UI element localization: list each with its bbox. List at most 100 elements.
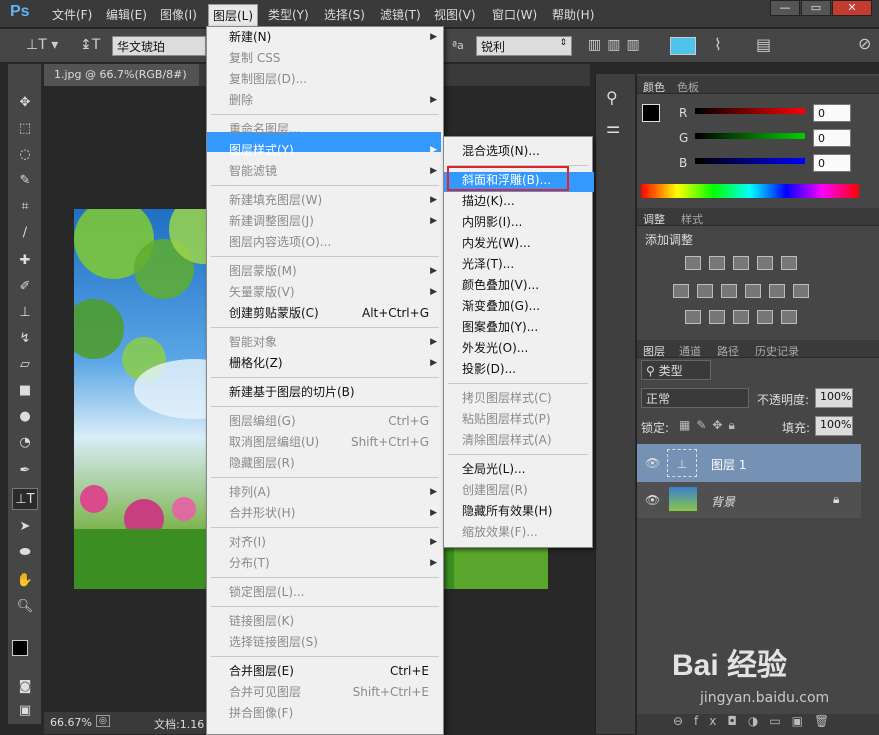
warp-text-icon[interactable]: ⌇ xyxy=(714,35,722,54)
screen-mode-icon[interactable]: ▣ xyxy=(12,700,38,722)
menu-select[interactable]: 选择(S) xyxy=(324,6,365,23)
menu-item[interactable]: 拼合图像(F) xyxy=(229,703,443,724)
menu-item[interactable]: 清除图层样式(A) xyxy=(462,430,592,451)
layer-row-1[interactable]: 👁︎ ⊥ 图层 1 xyxy=(637,444,861,482)
menu-item[interactable]: 栅格化(Z) ▶ xyxy=(229,353,443,374)
align-icons[interactable]: ▥▥▥ xyxy=(588,37,646,53)
menu-image[interactable]: 图像(I) xyxy=(160,6,197,23)
green-slider[interactable] xyxy=(695,133,805,139)
tab-layers[interactable]: 图层 xyxy=(643,343,665,359)
menu-item[interactable]: 锁定图层(L)... xyxy=(229,582,443,603)
menu-window[interactable]: 窗口(W) xyxy=(492,6,537,23)
menu-layer[interactable]: 图层(L) xyxy=(208,4,259,27)
close-button[interactable]: ✕ xyxy=(832,0,872,16)
invert-icon[interactable] xyxy=(685,310,701,324)
menu-item[interactable]: 图层内容选项(O)... xyxy=(229,232,443,253)
gradient-map-icon[interactable] xyxy=(781,310,797,324)
brightness-icon[interactable] xyxy=(685,256,701,270)
history-brush-icon[interactable]: ↯ xyxy=(12,328,38,350)
brush-tool-icon[interactable]: ✐ xyxy=(12,276,38,298)
menu-view[interactable]: 视图(V) xyxy=(434,6,476,23)
visibility-eye-icon[interactable]: 👁︎ xyxy=(645,493,660,507)
threshold-icon[interactable] xyxy=(733,310,749,324)
text-color-swatch[interactable] xyxy=(670,37,696,55)
menu-filter[interactable]: 滤镜(T) xyxy=(380,6,421,23)
properties-panel-icon[interactable]: ⚌ xyxy=(606,118,620,137)
gradient-tool-icon[interactable]: ■ xyxy=(12,380,38,402)
text-orientation-icon[interactable]: ↨T xyxy=(80,37,100,53)
menu-item[interactable]: 缩放效果(F)... xyxy=(462,522,592,543)
layer-name[interactable]: 图层 1 xyxy=(711,456,746,473)
menu-item[interactable]: 合并图层(E) Ctrl+E xyxy=(229,661,443,682)
status-menu-icon[interactable]: ◎ xyxy=(96,715,110,727)
history-panel-icon[interactable]: ⚲ xyxy=(606,88,618,107)
menu-item[interactable]: 颜色叠加(V)... xyxy=(462,275,592,296)
lasso-tool-icon[interactable]: ◌ xyxy=(12,144,38,166)
crop-tool-icon[interactable]: ⌗ xyxy=(12,196,38,218)
menu-item[interactable]: 描边(K)... xyxy=(462,191,592,212)
menu-item[interactable]: 合并形状(H) ▶ xyxy=(229,503,443,524)
menu-item[interactable]: 图层样式(Y) ▶ xyxy=(229,140,443,161)
levels-icon[interactable] xyxy=(709,256,725,270)
character-panel-icon[interactable]: ▤ xyxy=(756,35,771,54)
foreground-color-swatch[interactable] xyxy=(12,640,28,656)
menu-item[interactable]: 渐变叠加(G)... xyxy=(462,296,592,317)
menu-item[interactable]: 内阴影(I)... xyxy=(462,212,592,233)
blue-value[interactable]: 0 xyxy=(813,154,851,172)
menu-item[interactable]: 分布(T) ▶ xyxy=(229,553,443,574)
tab-color[interactable]: 颜色 xyxy=(643,79,665,95)
text-tool-icon[interactable]: ⊥T ▾ xyxy=(26,37,58,53)
fill-input[interactable]: 100% xyxy=(815,416,853,436)
layer-name[interactable]: 背景 xyxy=(711,493,735,510)
visibility-eye-icon[interactable]: 👁︎ xyxy=(645,456,660,470)
blur-tool-icon[interactable]: ● xyxy=(12,406,38,428)
hue-sat-icon[interactable] xyxy=(673,284,689,298)
menu-item[interactable]: 图层编组(G) Ctrl+G xyxy=(229,411,443,432)
menu-item[interactable]: 拷贝图层样式(C) xyxy=(462,388,592,409)
zoom-level[interactable]: 66.67% xyxy=(50,716,92,729)
quick-mask-icon[interactable]: ◙ xyxy=(12,676,38,698)
menu-item[interactable]: 外发光(O)... xyxy=(462,338,592,359)
menu-item[interactable]: 复制 CSS xyxy=(229,48,443,69)
menu-item[interactable]: 矢量蒙版(V) ▶ xyxy=(229,282,443,303)
layers-footer-icons[interactable]: ⊖fx◘◑▭▣🗑︎ xyxy=(637,714,879,735)
menu-item[interactable]: 删除 ▶ xyxy=(229,90,443,111)
dodge-tool-icon[interactable]: ◔ xyxy=(12,432,38,454)
menu-help[interactable]: 帮助(H) xyxy=(552,6,594,23)
tab-swatches[interactable]: 色板 xyxy=(677,79,699,95)
menu-edit[interactable]: 编辑(E) xyxy=(106,6,147,23)
path-select-icon[interactable]: ➤ xyxy=(12,516,38,538)
quick-select-icon[interactable]: ✎ xyxy=(12,170,38,192)
tab-styles[interactable]: 样式 xyxy=(681,211,703,227)
menu-file[interactable]: 文件(F) xyxy=(52,6,92,23)
move-tool-icon[interactable]: ✥ xyxy=(12,92,38,114)
menu-item[interactable]: 内发光(W)... xyxy=(462,233,592,254)
stamp-tool-icon[interactable]: ⊥ xyxy=(12,302,38,324)
tab-history[interactable]: 历史记录 xyxy=(755,343,799,359)
document-tab[interactable]: 1.jpg @ 66.7%(RGB/8#) xyxy=(44,64,199,86)
tab-paths[interactable]: 路径 xyxy=(717,343,739,359)
channel-mixer-icon[interactable] xyxy=(769,284,785,298)
anti-alias-select[interactable]: 锐利 ⇕ xyxy=(476,36,572,56)
color-fg-swatch[interactable] xyxy=(642,104,660,122)
green-value[interactable]: 0 xyxy=(813,129,851,147)
menu-item[interactable]: 排列(A) ▶ xyxy=(229,482,443,503)
bw-icon[interactable] xyxy=(721,284,737,298)
red-slider[interactable] xyxy=(695,108,805,114)
menu-item[interactable]: 智能对象 ▶ xyxy=(229,332,443,353)
menu-item[interactable]: 隐藏图层(R) xyxy=(229,453,443,474)
pen-tool-icon[interactable]: ✒ xyxy=(12,460,38,482)
menu-item[interactable]: 创建图层(R) xyxy=(462,480,592,501)
menu-item[interactable]: 光泽(T)... xyxy=(462,254,592,275)
menu-item[interactable]: 图案叠加(Y)... xyxy=(462,317,592,338)
menu-item[interactable]: 粘贴图层样式(P) xyxy=(462,409,592,430)
menu-item[interactable]: 全局光(L)... xyxy=(462,459,592,480)
tab-adjustments[interactable]: 调整 xyxy=(643,211,665,227)
menu-item[interactable]: 投影(D)... xyxy=(462,359,592,380)
layer-row-2[interactable]: 👁︎ 背景 🔒︎ xyxy=(637,482,861,518)
menu-item[interactable]: 复制图层(D)... xyxy=(229,69,443,90)
minimize-button[interactable]: — xyxy=(770,0,800,16)
menu-item[interactable]: 合并可见图层 Shift+Ctrl+E xyxy=(229,682,443,703)
zoom-tool-icon[interactable]: 🔍︎ xyxy=(12,596,38,618)
exposure-icon[interactable] xyxy=(757,256,773,270)
